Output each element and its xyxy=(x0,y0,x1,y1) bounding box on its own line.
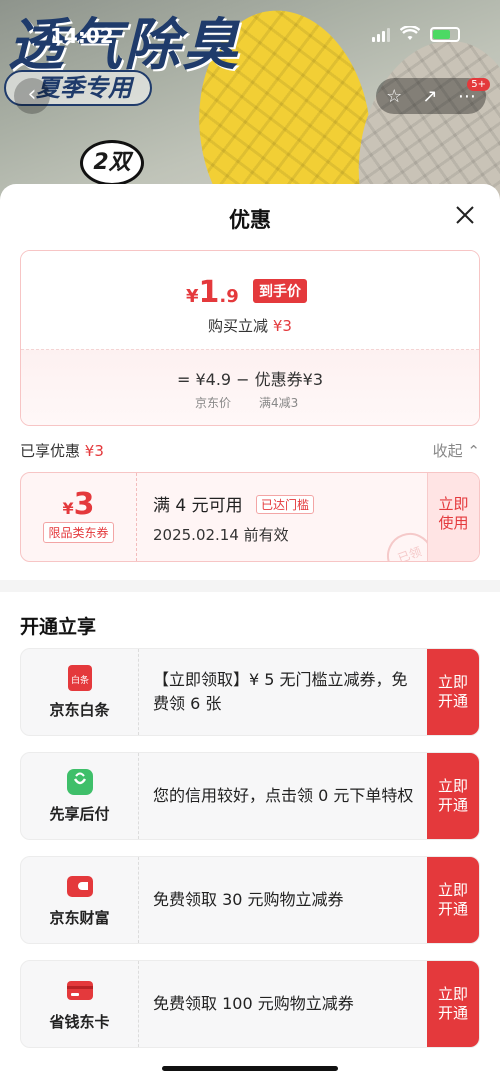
enjoyed-label: 已享优惠 xyxy=(20,442,81,460)
service-card-baitiao[interactable]: 白条 京东白条 【立即领取】¥ 5 无门槛立减券，免费领 6 张 立即 开通 xyxy=(20,648,480,736)
close-icon[interactable] xyxy=(454,204,476,226)
coupon-reached-badge: 已达门槛 xyxy=(256,495,315,514)
price-summary-box: ¥1.9 到手价 购买立减 ¥3 = ¥4.9 − 优惠券¥3 京东价 满4减3 xyxy=(20,250,480,426)
status-icons xyxy=(372,26,460,42)
final-price: ¥1.9 xyxy=(186,275,239,310)
service-card-wealth[interactable]: 京东财富 免费领取 30 元购物立减券 立即 开通 xyxy=(20,856,480,944)
buy-reduce-value: ¥3 xyxy=(272,317,292,335)
message-badge: 5+ xyxy=(467,78,490,91)
open-section-title: 开通立享 xyxy=(20,616,97,638)
jd-price-label: 京东价 xyxy=(195,396,232,410)
signal-icon xyxy=(372,26,390,42)
home-indicator xyxy=(162,1066,338,1071)
coupon-valid-date: 2025.02.14 前有效 xyxy=(153,526,289,544)
pair-badge: 2双 xyxy=(80,140,144,186)
service-card-saver[interactable]: 省钱东卡 免费领取 100 元购物立减券 立即 开通 xyxy=(20,960,480,1048)
coupon-rule-label: 满4减3 xyxy=(259,396,299,410)
final-price-currency: ¥ xyxy=(186,286,199,307)
coupon-condition: 满 4 元可用 已达门槛 xyxy=(153,491,315,516)
enjoyed-discount: 已享优惠 ¥3 xyxy=(20,440,104,461)
service-name: 京东白条 xyxy=(49,701,110,719)
coupon-value: 3 xyxy=(73,487,95,522)
final-price-int: 1 xyxy=(198,275,220,310)
coupon-scope: 限品类东券 xyxy=(43,522,114,543)
price-calc-line: = ¥4.9 − 优惠券¥3 xyxy=(176,370,324,389)
service-card-pay-later[interactable]: 先享后付 您的信用较好，点击领 0 元下单特权 立即 开通 xyxy=(20,752,480,840)
status-time: 14:02 xyxy=(50,24,114,48)
baitiao-icon: 白条 xyxy=(65,663,95,693)
card-icon xyxy=(65,975,95,1005)
wallet-icon xyxy=(65,871,95,901)
enjoyed-value: ¥3 xyxy=(84,442,104,460)
coupon-card: ¥3 限品类东券 满 4 元可用 已达门槛 2025.02.14 前有效 已领 … xyxy=(20,472,480,562)
coupon-currency: ¥ xyxy=(62,499,74,518)
service-desc: 免费领取 30 元购物立减券 xyxy=(153,890,344,909)
use-coupon-button[interactable]: 立即 使用 xyxy=(427,473,479,561)
final-price-tag: 到手价 xyxy=(253,279,307,303)
service-name: 先享后付 xyxy=(49,805,110,823)
svg-text:白条: 白条 xyxy=(70,674,88,686)
wifi-icon xyxy=(400,26,420,40)
share-icon[interactable]: ↗ xyxy=(423,86,438,107)
final-price-dec: .9 xyxy=(219,286,239,307)
shopping-bag-icon xyxy=(65,767,95,797)
collapse-button[interactable]: 收起 ⌃ xyxy=(433,440,480,461)
section-divider xyxy=(0,580,500,592)
status-bar: 14:02 xyxy=(0,0,500,60)
service-desc: 您的信用较好，点击领 0 元下单特权 xyxy=(153,786,414,805)
buy-reduce-label: 购买立减 xyxy=(208,317,269,335)
service-name: 京东财富 xyxy=(49,909,110,927)
battery-icon xyxy=(430,26,460,42)
favorite-star-icon[interactable]: ☆ xyxy=(386,86,402,107)
service-desc: 【立即领取】¥ 5 无门槛立减券，免费领 6 张 xyxy=(153,670,408,713)
back-button[interactable]: ‹ xyxy=(14,78,50,114)
discount-sheet: 优惠 ¥1.9 到手价 购买立减 ¥3 = ¥4.9 − 优惠券¥3 京东价 满… xyxy=(0,184,500,1083)
service-desc: 免费领取 100 元购物立减券 xyxy=(153,994,354,1013)
open-service-button[interactable]: 立即 开通 xyxy=(427,649,479,735)
service-name: 省钱东卡 xyxy=(49,1013,110,1031)
open-service-button[interactable]: 立即 开通 xyxy=(427,753,479,839)
open-service-button[interactable]: 立即 开通 xyxy=(427,857,479,943)
coupon-condition-text: 满 4 元可用 xyxy=(153,496,243,516)
buy-reduce-line: 购买立减 ¥3 xyxy=(21,315,479,336)
coupon-amount: ¥3 xyxy=(21,487,136,522)
open-service-button[interactable]: 立即 开通 xyxy=(427,961,479,1047)
sheet-title: 优惠 xyxy=(229,208,271,232)
